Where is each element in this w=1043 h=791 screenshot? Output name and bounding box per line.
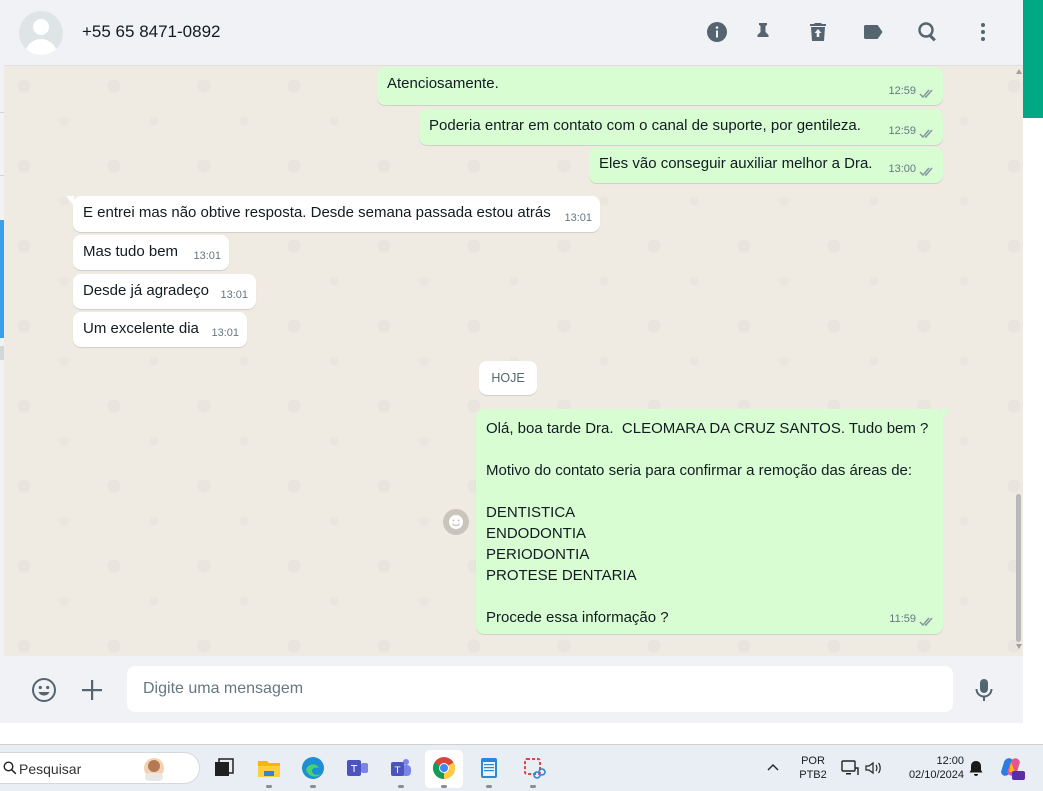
copilot-icon[interactable] xyxy=(998,754,1026,782)
message-outgoing[interactable]: Eles vão conseguir auxiliar melhor a Dra… xyxy=(589,147,943,183)
running-indicator xyxy=(441,785,447,788)
clock-time: 12:00 xyxy=(936,755,964,767)
message-outgoing[interactable]: Atenciosamente. 12:59 xyxy=(377,67,943,105)
chrome-icon[interactable] xyxy=(429,753,459,783)
attach-plus-icon[interactable] xyxy=(77,675,107,705)
input-language[interactable]: POR PTB2 xyxy=(796,754,830,782)
system-clock[interactable]: 12:00 02/10/2024 xyxy=(894,754,964,782)
language-code: POR xyxy=(801,755,825,767)
message-time: 12:59 xyxy=(888,85,916,97)
teams-work-icon[interactable]: T xyxy=(342,753,372,783)
message-meta: 11:59 xyxy=(889,609,935,630)
message-meta: 12:59 xyxy=(888,121,935,141)
bubble-tail xyxy=(942,409,950,419)
task-view-icon[interactable] xyxy=(208,753,238,783)
file-explorer-icon[interactable] xyxy=(254,753,284,783)
running-indicator xyxy=(266,785,272,788)
contact-name[interactable]: +55 65 8471-0892 xyxy=(82,22,221,42)
svg-text:T: T xyxy=(350,764,358,775)
info-icon[interactable] xyxy=(704,19,730,45)
label-icon[interactable] xyxy=(860,19,886,45)
scroll-up-arrow[interactable] xyxy=(1016,69,1022,74)
taskbar-search[interactable]: Pesquisar xyxy=(0,752,200,784)
message-text: Desde já agradeço xyxy=(83,282,209,299)
menu-icon[interactable] xyxy=(970,19,996,45)
message-text: Poderia entrar em contato com o canal de… xyxy=(429,117,861,134)
teams-icon[interactable]: T xyxy=(386,753,416,783)
message-meta: 13:01 xyxy=(564,208,592,228)
double-check-icon xyxy=(919,614,935,627)
double-check-icon xyxy=(919,126,935,138)
message-text: Olá, boa tarde Dra. CLEOMARA DA CRUZ SAN… xyxy=(486,420,929,626)
message-text: Atenciosamente. xyxy=(387,75,499,92)
volume-icon[interactable] xyxy=(864,759,882,777)
message-incoming[interactable]: Desde já agradeço 13:01 xyxy=(73,274,256,309)
message-text: Eles vão conseguir auxiliar melhor a Dra… xyxy=(599,155,873,172)
message-composer xyxy=(4,656,1023,723)
delete-icon[interactable] xyxy=(805,19,831,45)
svg-text:T: T xyxy=(394,766,401,776)
search-icon xyxy=(3,761,17,775)
smiley-icon xyxy=(449,515,463,529)
avatar-body xyxy=(25,39,57,55)
clock-date: 02/10/2024 xyxy=(908,769,964,781)
scroll-down-arrow[interactable] xyxy=(1016,644,1022,649)
search-icon[interactable] xyxy=(915,19,941,45)
notepad-icon[interactable] xyxy=(474,753,504,783)
message-incoming[interactable]: Mas tudo bem 13:01 xyxy=(73,235,229,270)
double-check-icon xyxy=(919,164,935,176)
message-text: Mas tudo bem xyxy=(83,243,179,260)
microphone-icon[interactable] xyxy=(969,675,999,705)
chat-scrollbar[interactable] xyxy=(1014,66,1023,656)
taskbar: Pesquisar T T POR PTB2 12:00 02/10/2024 xyxy=(0,745,1043,791)
emoji-reaction-button[interactable] xyxy=(443,509,469,535)
message-time: 12:59 xyxy=(888,125,916,137)
message-time: 13:01 xyxy=(564,212,592,224)
edge-icon[interactable] xyxy=(298,753,328,783)
message-outgoing[interactable]: Olá, boa tarde Dra. CLEOMARA DA CRUZ SAN… xyxy=(476,409,950,634)
chat-header: +55 65 8471-0892 xyxy=(4,0,1023,66)
notification-bell-icon[interactable] xyxy=(968,759,984,777)
message-text: Um excelente dia xyxy=(83,320,199,337)
search-highlight-icon xyxy=(144,758,164,781)
message-incoming[interactable]: Um excelente dia 13:01 xyxy=(73,312,247,347)
running-indicator xyxy=(310,785,316,788)
emoji-icon[interactable] xyxy=(29,675,59,705)
message-list[interactable]: Atenciosamente. 12:59 Poderia entrar em … xyxy=(4,66,1023,656)
scroll-thumb[interactable] xyxy=(1016,494,1021,642)
chevron-up-icon[interactable] xyxy=(766,760,780,774)
message-time: 13:01 xyxy=(220,289,248,301)
message-input[interactable] xyxy=(127,666,953,712)
message-meta: 13:01 xyxy=(220,285,248,305)
message-time: 13:01 xyxy=(193,250,221,262)
pin-icon[interactable] xyxy=(750,19,776,45)
message-text: E entrei mas não obtive resposta. Desde … xyxy=(83,204,551,221)
search-label: Pesquisar xyxy=(19,761,82,777)
message-meta: 12:59 xyxy=(888,81,935,101)
message-outgoing[interactable]: Poderia entrar em contato com o canal de… xyxy=(419,109,943,145)
accent-bar xyxy=(1023,0,1043,118)
message-meta: 13:00 xyxy=(888,159,935,179)
avatar-head xyxy=(33,19,49,35)
window-bottom-border xyxy=(0,723,1043,745)
snipping-tool-icon[interactable] xyxy=(518,753,548,783)
double-check-icon xyxy=(919,86,935,98)
running-indicator xyxy=(530,785,536,788)
network-icon[interactable] xyxy=(840,759,860,777)
day-divider: HOJE xyxy=(479,361,537,395)
avatar[interactable] xyxy=(19,11,63,55)
message-time: 13:01 xyxy=(211,327,239,339)
message-incoming[interactable]: E entrei mas não obtive resposta. Desde … xyxy=(66,196,600,232)
message-meta: 13:01 xyxy=(193,246,221,266)
message-time: 11:59 xyxy=(889,613,916,625)
right-panel-edge xyxy=(1023,0,1043,745)
running-indicator xyxy=(398,785,404,788)
running-indicator xyxy=(486,785,492,788)
keyboard-layout: PTB2 xyxy=(799,769,827,781)
message-time: 13:00 xyxy=(888,163,916,175)
message-meta: 13:01 xyxy=(211,323,239,343)
bubble-tail xyxy=(66,196,74,206)
